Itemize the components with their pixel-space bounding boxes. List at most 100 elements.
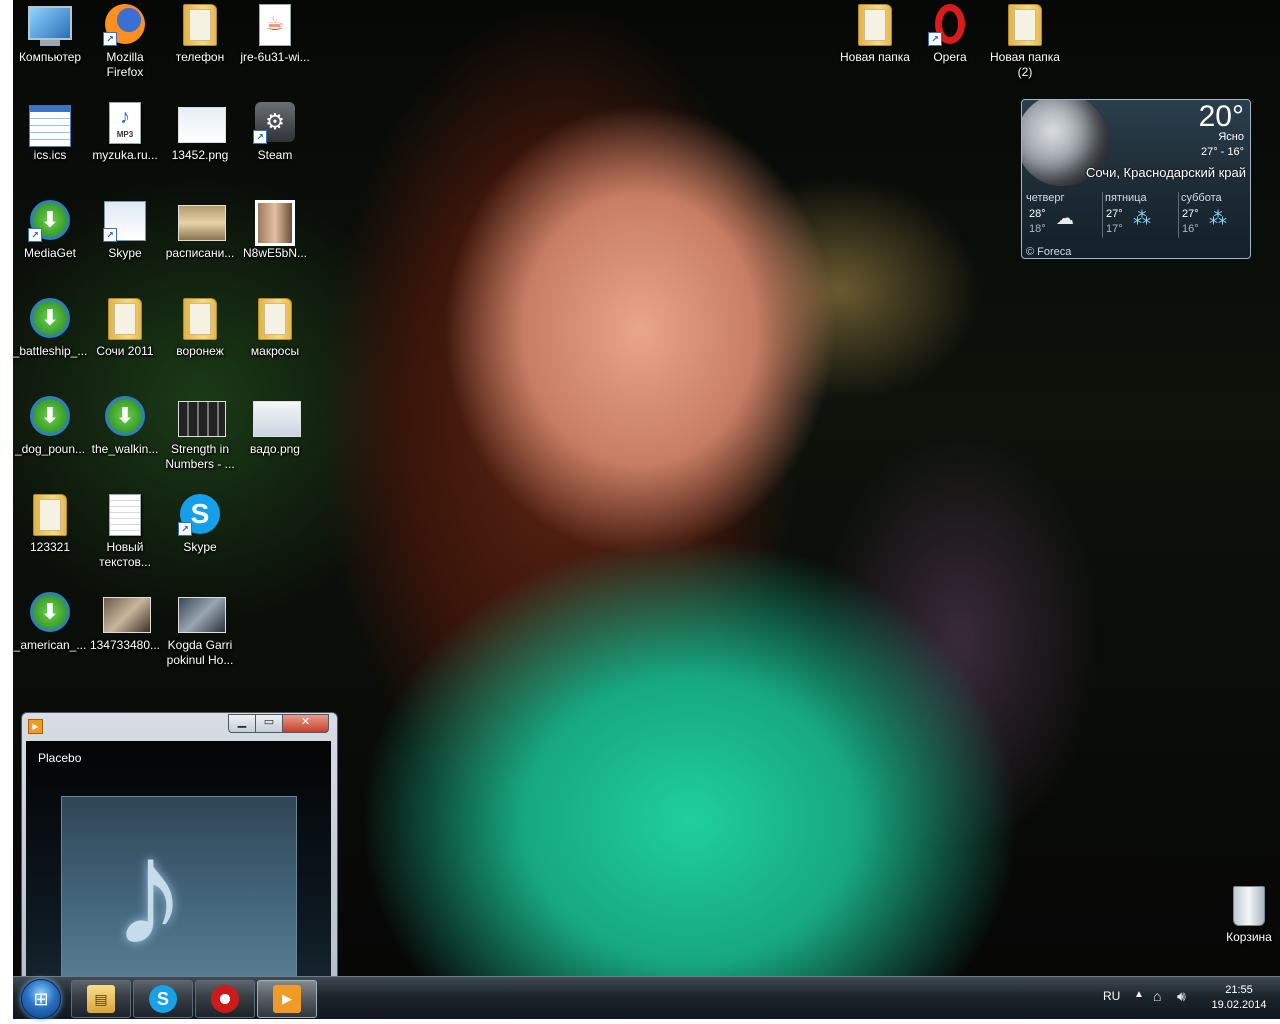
album-art: ♪ <box>61 796 297 993</box>
weather-current-temp: 20° <box>1198 100 1244 133</box>
desktop-icon-firefox[interactable]: ↗ Mozilla Firefox <box>88 0 162 96</box>
desktop-icon-skype-window[interactable]: ↗ Skype <box>88 196 162 292</box>
desktop-icon-new-folder[interactable]: Новая папка <box>838 0 912 96</box>
video-icon <box>178 394 226 438</box>
cloudy-icon: ☁ <box>1056 208 1074 228</box>
weather-condition: Ясно <box>1218 131 1244 143</box>
show-hidden-icons-button[interactable]: ▲ <box>1134 989 1144 1000</box>
desktop-icon-telefon[interactable]: телефон <box>163 0 237 96</box>
shortcut-arrow-icon: ↗ <box>928 32 942 46</box>
desktop-icon-opera[interactable]: ↗ Opera <box>913 0 987 96</box>
mediaget-icon: ⬇ <box>28 590 72 634</box>
rain-icon: ⁂ <box>1209 208 1227 228</box>
weather-temp-range: 27° - 16° <box>1200 146 1244 158</box>
desktop-icon-dog-pound[interactable]: ⬇ _dog_poun... <box>13 392 87 488</box>
clock-date: 19.02.2014 <box>1211 999 1267 1011</box>
folder-icon <box>253 296 297 340</box>
forecast-day-1: четверг 28° 18° ☁ <box>1026 192 1074 235</box>
clock-time: 21:55 <box>1225 984 1253 996</box>
desktop-icon-photo-134733480[interactable]: 134733480... <box>88 588 162 684</box>
desktop-icon-american[interactable]: ⬇ _american_... <box>13 588 87 684</box>
music-note-icon: ♪ <box>112 808 187 976</box>
photo-icon <box>103 590 151 634</box>
mediaget-icon: ⬇ ↗ <box>28 198 72 242</box>
desktop-icon-new-folder-2[interactable]: Новая папка (2) <box>988 0 1062 96</box>
firefox-icon: ↗ <box>103 2 147 46</box>
taskbar-media-player-button[interactable]: ▶ <box>257 980 317 1018</box>
start-button[interactable]: ⊞ <box>21 979 61 1019</box>
desktop-icon-123321[interactable]: 123321 <box>13 490 87 586</box>
skype-window-icon: ↗ <box>103 198 147 242</box>
desktop-icon-steam[interactable]: ⚙ ↗ Steam <box>238 98 312 194</box>
media-player-icon: ▶ <box>28 719 43 734</box>
desktop-icon-n8we5bn[interactable]: N8wE5bN... <box>238 196 312 292</box>
volume-icon[interactable]: 🔊︎ <box>1177 988 1186 1005</box>
mediaget-icon: ⬇ <box>103 394 147 438</box>
weather-credit-link[interactable]: © Foreca <box>1026 246 1071 258</box>
desktop-icon-computer[interactable]: Компьютер <box>13 0 87 96</box>
language-indicator[interactable]: RU <box>1103 989 1120 1003</box>
desktop-icon-kogda-garri[interactable]: Kogda Garri pokinul Ho... <box>163 588 237 684</box>
clock[interactable]: 21:55 19.02.2014 <box>1201 983 1277 1013</box>
weather-city: Сочи, Краснодарский край <box>1085 165 1246 180</box>
player-titlebar[interactable]: ▶ ▁ ▭ ✕ <box>22 713 337 739</box>
rain-icon: ⁂ <box>1133 208 1151 228</box>
mediaget-icon: ⬇ <box>28 296 72 340</box>
shortcut-arrow-icon: ↗ <box>253 130 267 144</box>
desktop-icon-sochi-2011[interactable]: Сочи 2011 <box>88 294 162 390</box>
network-icon[interactable]: ⌂ <box>1153 988 1161 1004</box>
computer-icon <box>28 2 72 46</box>
image-icon <box>178 100 226 144</box>
desktop-icon-skype[interactable]: S ↗ Skype <box>163 490 237 586</box>
player-track-title: Placebo <box>38 751 82 765</box>
desktop-icon-raspisanie[interactable]: расписани... <box>163 196 237 292</box>
shortcut-arrow-icon: ↗ <box>103 228 117 242</box>
mediaget-icon: ⬇ <box>28 394 72 438</box>
text-document-icon <box>103 492 147 536</box>
skype-icon: S <box>149 985 177 1013</box>
shortcut-arrow-icon: ↗ <box>28 228 42 242</box>
image-icon <box>253 394 301 438</box>
folder-icon <box>1003 2 1047 46</box>
folder-icon <box>178 2 222 46</box>
media-player-window[interactable]: ▶ ▁ ▭ ✕ Placebo ♪ <box>21 712 338 994</box>
shortcut-arrow-icon: ↗ <box>103 32 117 46</box>
desktop-icon-makrosy[interactable]: макросы <box>238 294 312 390</box>
desktop-icon-jre[interactable]: ☕ jre-6u31-wi... <box>238 0 312 96</box>
desktop-icon-new-text[interactable]: Новый текстов... <box>88 490 162 586</box>
folder-icon <box>103 296 147 340</box>
steam-icon: ⚙ ↗ <box>253 100 297 144</box>
forecast-day-2: пятница 27° 17° ⁂ <box>1102 192 1179 238</box>
player-now-playing[interactable]: Placebo ♪ <box>26 741 331 993</box>
folder-icon <box>178 296 222 340</box>
maximize-button[interactable]: ▭ <box>255 714 283 733</box>
image-icon <box>178 198 226 242</box>
taskbar-explorer-button[interactable]: ▤ <box>71 980 131 1018</box>
shortcut-arrow-icon: ↗ <box>178 522 192 536</box>
desktop-icon-vado-png[interactable]: вадо.png <box>238 392 312 488</box>
taskbar: ⊞ ▤ S O ▶ RU ▲ ⌂ 🔊︎ 21:55 19.02.2014 <box>13 976 1280 1019</box>
desktop-icon-myzuka[interactable]: ♪ MP3 myzuka.ru... <box>88 98 162 194</box>
taskbar-skype-button[interactable]: S <box>133 980 193 1018</box>
close-button[interactable]: ✕ <box>282 714 329 733</box>
minimize-button[interactable]: ▁ <box>228 714 256 733</box>
calendar-icon <box>28 100 72 147</box>
desktop-icon-the-walking[interactable]: ⬇ the_walkin... <box>88 392 162 488</box>
mp3-icon: ♪ MP3 <box>103 100 147 144</box>
explorer-icon: ▤ <box>87 985 115 1013</box>
recycle-bin-icon <box>1227 882 1271 926</box>
media-player-icon: ▶ <box>273 985 301 1013</box>
opera-icon: O <box>211 985 239 1013</box>
video-icon <box>178 590 226 634</box>
desktop-icon-13452-png[interactable]: 13452.png <box>163 98 237 194</box>
photo-icon <box>253 198 297 246</box>
desktop-icon-strength-in-numbers[interactable]: Strength in Numbers - ... <box>163 392 237 488</box>
taskbar-opera-button[interactable]: O <box>195 980 255 1018</box>
desktop-icon-ics[interactable]: ics.ics <box>13 98 87 194</box>
desktop-icon-voronezh[interactable]: воронеж <box>163 294 237 390</box>
weather-gadget[interactable]: 20° Ясно 27° - 16° Сочи, Краснодарский к… <box>1021 99 1251 259</box>
skype-icon: S ↗ <box>178 492 222 536</box>
desktop-icon-battleship[interactable]: ⬇ _battleship_... <box>13 294 87 390</box>
desktop-icon-mediaget[interactable]: ⬇ ↗ MediaGet <box>13 196 87 292</box>
desktop-icon-recycle-bin[interactable]: Корзина <box>1212 880 1280 976</box>
